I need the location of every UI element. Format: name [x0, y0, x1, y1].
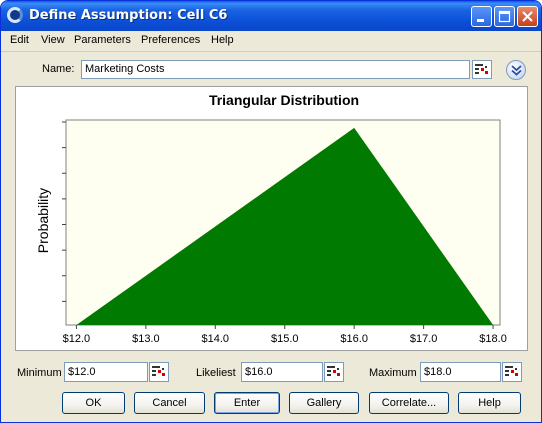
enter-button[interactable]: Enter [214, 392, 280, 414]
close-icon [522, 11, 533, 22]
name-input[interactable]: Marketing Costs [81, 60, 470, 79]
help-button[interactable]: Help [458, 392, 521, 414]
x-tick-label: $16.0 [340, 333, 368, 345]
y-axis-ticks [62, 121, 66, 302]
cell-reference-icon [475, 64, 488, 74]
minimum-input[interactable]: $12.0 [64, 362, 148, 382]
minimize-button[interactable] [471, 6, 492, 27]
x-tick-label: $18.0 [479, 333, 507, 345]
window-title: Define Assumption: Cell C6 [29, 8, 228, 23]
x-tick-label: $13.0 [132, 333, 160, 345]
menu-view[interactable]: View [41, 34, 65, 46]
gallery-button[interactable]: Gallery [289, 392, 359, 414]
maximum-label: Maximum [369, 367, 417, 379]
x-tick-label: $15.0 [271, 333, 299, 345]
name-cell-ref-button[interactable] [472, 60, 492, 79]
distribution-chart: Triangular Distribution $12.0 $13.0 $14.0 $… [15, 86, 528, 351]
name-label: Name: [42, 63, 75, 75]
cancel-button[interactable]: Cancel [134, 392, 205, 414]
x-tick-label: $17.0 [410, 333, 438, 345]
minimum-label: Minimum [17, 367, 62, 379]
chart-svg: Triangular Distribution $12.0 $13.0 $14.0 $… [35, 92, 507, 345]
cell-reference-icon [152, 366, 165, 376]
title-bar[interactable]: Define Assumption: Cell C6 [1, 1, 541, 31]
close-button[interactable] [517, 6, 538, 27]
chart-title: Triangular Distribution [209, 92, 359, 108]
cell-reference-icon [327, 366, 340, 376]
menu-help[interactable]: Help [211, 34, 234, 46]
app-logo-icon [7, 7, 23, 23]
correlate-button[interactable]: Correlate... [369, 392, 449, 414]
menu-parameters[interactable]: Parameters [74, 34, 131, 46]
menu-divider [1, 51, 541, 52]
x-axis-ticks: $12.0 $13.0 $14.0 $15.0 $16.0 $17.0 $18.0 [63, 325, 507, 345]
maximize-icon [498, 10, 511, 23]
menu-preferences[interactable]: Preferences [141, 34, 200, 46]
x-tick-label: $14.0 [202, 333, 230, 345]
maximize-button[interactable] [494, 6, 515, 27]
y-axis-label: Probability [35, 188, 51, 253]
ok-button[interactable]: OK [62, 392, 125, 414]
menu-edit[interactable]: Edit [10, 34, 29, 46]
likeliest-cell-ref-button[interactable] [324, 362, 344, 382]
minimize-icon [477, 19, 484, 22]
minimum-cell-ref-button[interactable] [149, 362, 169, 382]
likeliest-input[interactable]: $16.0 [241, 362, 323, 382]
maximum-cell-ref-button[interactable] [502, 362, 522, 382]
menu-bar: Edit View Parameters Preferences Help [1, 31, 541, 51]
cell-reference-icon [505, 366, 518, 376]
define-assumption-window: Define Assumption: Cell C6 Edit View Par… [0, 0, 542, 423]
likeliest-label: Likeliest [196, 367, 236, 379]
x-tick-label: $12.0 [63, 333, 91, 345]
expand-button[interactable] [506, 60, 526, 80]
chevron-double-down-icon [511, 65, 522, 76]
maximum-input[interactable]: $18.0 [420, 362, 501, 382]
